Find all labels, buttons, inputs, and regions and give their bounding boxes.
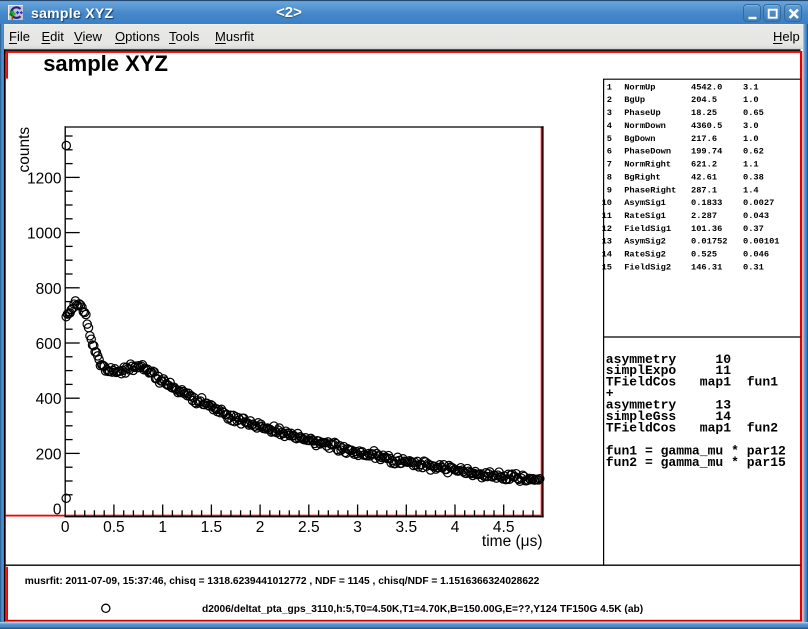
svg-text:d2006/deltat_pta_gps_3110,h:5,: d2006/deltat_pta_gps_3110,h:5,T0=4.50K,T… (202, 604, 643, 615)
svg-text:3.5: 3.5 (396, 519, 418, 536)
svg-text:0.1833: 0.1833 (691, 198, 722, 208)
svg-text:AsymSig1: AsymSig1 (624, 198, 666, 208)
svg-text:0.046: 0.046 (743, 250, 769, 260)
svg-text:7: 7 (607, 160, 612, 170)
svg-text:8: 8 (607, 172, 612, 182)
svg-text:0.525: 0.525 (691, 250, 717, 260)
svg-text:1.4: 1.4 (743, 185, 759, 195)
svg-text:1.0: 1.0 (743, 134, 759, 144)
svg-text:1.1: 1.1 (743, 160, 759, 170)
svg-text:PhaseRight: PhaseRight (624, 185, 676, 195)
svg-text:BgUp: BgUp (624, 95, 645, 105)
svg-text:time (μs): time (μs) (482, 533, 543, 550)
svg-text:2: 2 (256, 519, 265, 536)
svg-text:0.31: 0.31 (743, 263, 764, 273)
svg-text:204.5: 204.5 (691, 95, 717, 105)
svg-text:0: 0 (53, 502, 62, 519)
svg-text:3.1: 3.1 (743, 82, 759, 92)
svg-text:AsymSig2: AsymSig2 (624, 237, 666, 247)
svg-text:0.043: 0.043 (743, 211, 769, 221)
svg-text:15: 15 (602, 263, 612, 273)
svg-text:400: 400 (36, 391, 62, 408)
svg-text:3.0: 3.0 (743, 121, 759, 131)
svg-text:1: 1 (607, 82, 612, 92)
svg-text:TFieldCos map1 fun2: TFieldCos map1 fun2 (606, 421, 778, 436)
svg-text:0.0027: 0.0027 (743, 198, 774, 208)
svg-text:TFieldCos map1 fun1: TFieldCos map1 fun1 (606, 375, 778, 390)
svg-text:0.62: 0.62 (743, 147, 764, 157)
svg-text:200: 200 (36, 446, 62, 463)
svg-text:fun2 = gamma_mu * par15: fun2 = gamma_mu * par15 (606, 455, 786, 470)
svg-text:1.5: 1.5 (201, 519, 223, 536)
svg-text:2: 2 (607, 95, 612, 105)
svg-text:RateSig1: RateSig1 (624, 211, 666, 221)
svg-text:146.31: 146.31 (691, 263, 722, 273)
svg-text:2.287: 2.287 (691, 211, 717, 221)
svg-text:PhaseUp: PhaseUp (624, 108, 661, 118)
svg-text:9: 9 (607, 185, 612, 195)
svg-text:0.37: 0.37 (743, 224, 764, 234)
svg-text:0.38: 0.38 (743, 172, 764, 182)
svg-text:3: 3 (353, 519, 362, 536)
svg-text:199.74: 199.74 (691, 147, 722, 157)
svg-text:217.6: 217.6 (691, 134, 717, 144)
svg-text:621.2: 621.2 (691, 160, 717, 170)
svg-text:0.5: 0.5 (103, 519, 125, 536)
svg-text:5: 5 (607, 134, 612, 144)
svg-text:6: 6 (607, 147, 612, 157)
svg-text:NormUp: NormUp (624, 82, 655, 92)
svg-text:600: 600 (36, 336, 62, 353)
svg-text:11: 11 (602, 211, 612, 221)
svg-text:4: 4 (451, 519, 460, 536)
svg-text:10: 10 (602, 198, 612, 208)
svg-text:2.5: 2.5 (298, 519, 320, 536)
svg-text:FieldSig2: FieldSig2 (624, 263, 671, 273)
svg-text:1000: 1000 (27, 226, 62, 243)
svg-text:BgDown: BgDown (624, 134, 655, 144)
svg-text:NormRight: NormRight (624, 160, 671, 170)
svg-text:13: 13 (602, 237, 612, 247)
svg-text:FieldSig1: FieldSig1 (624, 224, 671, 234)
svg-text:BgRight: BgRight (624, 172, 661, 182)
svg-text:12: 12 (602, 224, 612, 234)
svg-text:sample XYZ: sample XYZ (43, 51, 168, 76)
svg-text:0.65: 0.65 (743, 108, 764, 118)
svg-text:42.61: 42.61 (691, 172, 717, 182)
svg-text:1.0: 1.0 (743, 95, 759, 105)
svg-text:3: 3 (607, 108, 612, 118)
svg-text:4: 4 (607, 121, 612, 131)
svg-text:0.00101: 0.00101 (743, 237, 780, 247)
svg-text:14: 14 (602, 250, 612, 260)
svg-text:4360.5: 4360.5 (691, 121, 722, 131)
svg-text:18.25: 18.25 (691, 108, 717, 118)
svg-text:287.1: 287.1 (691, 185, 717, 195)
svg-text:NormDown: NormDown (624, 121, 666, 131)
svg-text:counts: counts (16, 127, 33, 173)
svg-text:1: 1 (158, 519, 167, 536)
svg-text:800: 800 (36, 281, 62, 298)
svg-text:PhaseDown: PhaseDown (624, 147, 671, 157)
svg-text:0: 0 (61, 519, 70, 536)
svg-text:musrfit: 2011-07-09, 15:37:46,: musrfit: 2011-07-09, 15:37:46, chisq = 1… (25, 576, 540, 587)
svg-text:RateSig2: RateSig2 (624, 250, 666, 260)
svg-text:0.01752: 0.01752 (691, 237, 728, 247)
svg-text:101.36: 101.36 (691, 224, 722, 234)
svg-text:4542.0: 4542.0 (691, 82, 722, 92)
